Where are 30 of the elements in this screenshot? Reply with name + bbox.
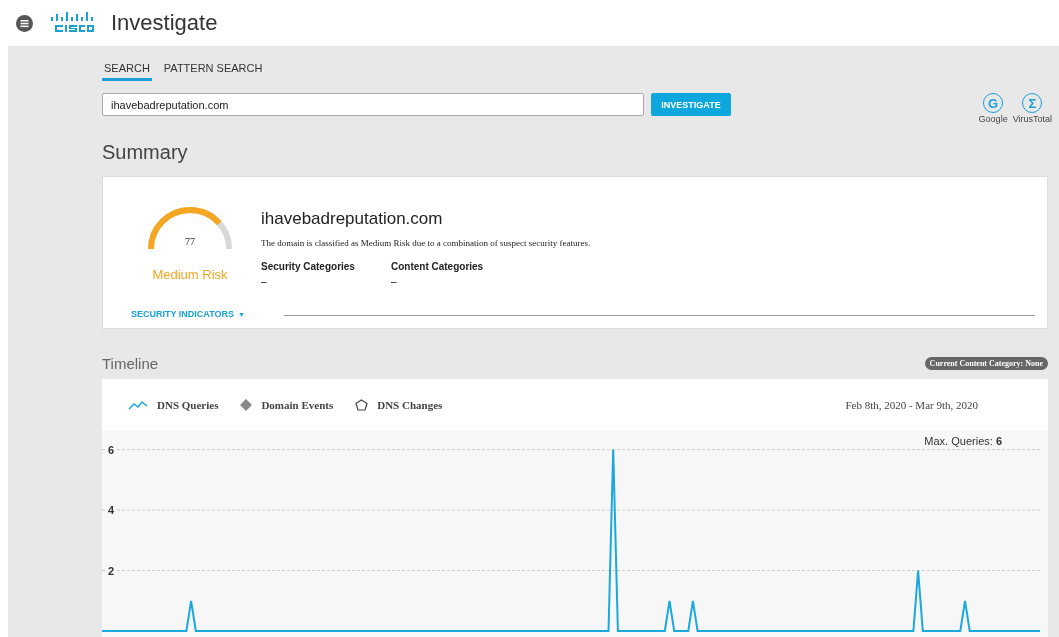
category-value: – bbox=[261, 276, 268, 287]
max-queries-label: Max. Queries: 6 bbox=[924, 435, 1002, 447]
category-label: Content Categories bbox=[390, 261, 484, 272]
app-title: Investigate bbox=[111, 10, 218, 36]
legend-label[interactable]: DNS Changes bbox=[377, 398, 443, 411]
category-value: – bbox=[390, 276, 398, 287]
axis-tick-label: 4 bbox=[108, 504, 115, 517]
pentagon-icon bbox=[355, 398, 369, 411]
category-badge: Current Content Category: None bbox=[924, 357, 1048, 370]
tab[interactable]: SEARCH bbox=[102, 60, 152, 81]
tab[interactable]: PATTERN SEARCH bbox=[161, 60, 265, 81]
section-title: Timeline bbox=[102, 355, 159, 372]
diamond-icon bbox=[240, 398, 253, 411]
domain-name: ihavebadreputation.com bbox=[261, 209, 444, 229]
risk-label: Medium Risk bbox=[152, 267, 228, 282]
date-range: Feb 8th, 2020 - Mar 9th, 2020 bbox=[845, 398, 978, 411]
axis-tick-label: 6 bbox=[108, 443, 115, 456]
legend-label[interactable]: DNS Queries bbox=[157, 398, 219, 411]
link-label[interactable]: VirusTotal bbox=[1012, 114, 1052, 124]
legend-label[interactable]: Domain Events bbox=[261, 398, 334, 411]
line-chart-icon bbox=[128, 399, 148, 410]
risk-score: 77 bbox=[184, 236, 196, 247]
logo-icon bbox=[49, 12, 95, 34]
link-label[interactable]: Google bbox=[978, 114, 1008, 124]
section-title: Summary bbox=[102, 141, 189, 164]
axis-tick-label: 2 bbox=[108, 564, 115, 577]
domain-description: The domain is classified as Medium Risk due to a combination of suspect security features. bbox=[261, 238, 592, 248]
menu-icon[interactable] bbox=[16, 14, 33, 32]
search-field[interactable]: ihavebadreputation.com bbox=[102, 93, 644, 116]
category-label: Security Categories bbox=[261, 261, 355, 272]
